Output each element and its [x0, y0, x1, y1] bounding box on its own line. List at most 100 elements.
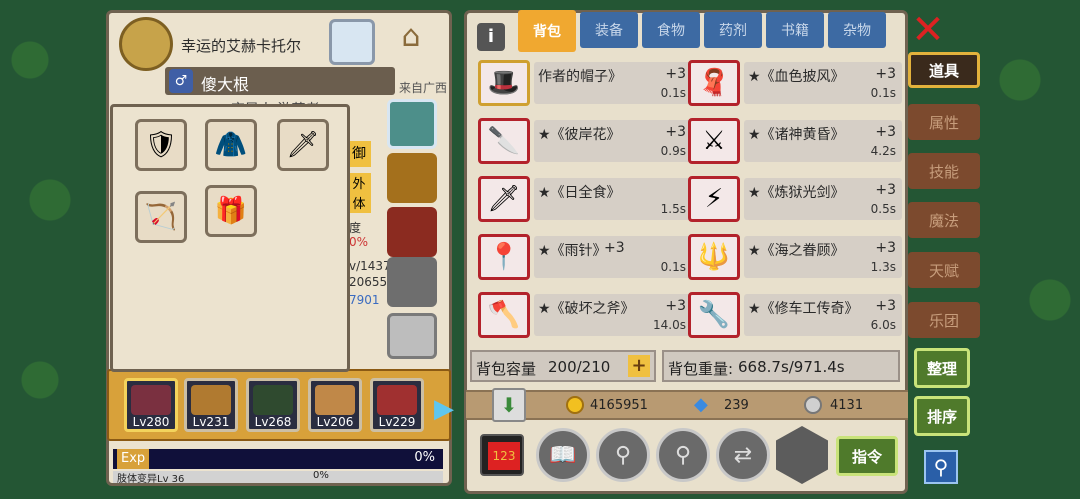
sword-icon: 🗡	[286, 130, 320, 160]
item-card[interactable]: ⚔ ★《诸神黄昏》 +3 4.2s	[688, 114, 902, 166]
equip-slot-chest[interactable]: 🎁	[205, 185, 257, 237]
belt-slot[interactable]	[387, 207, 437, 257]
search-icon[interactable]: ⚲	[924, 450, 958, 484]
gender-icon: ♂	[169, 69, 193, 93]
hero-card[interactable]: Lv206	[308, 378, 362, 432]
item-card[interactable]: 🔱 ★《海之眷顾》 +3 1.3s	[688, 230, 902, 282]
sidebar-item-attributes[interactable]: 属性	[908, 104, 980, 140]
book-button[interactable]: 📖	[536, 428, 590, 482]
search-item-button[interactable]: ⚲	[596, 428, 650, 482]
skill-label: 肢体变异Lv 36	[117, 474, 185, 485]
tab-books[interactable]: 书籍	[766, 12, 824, 48]
diamond-amount: 239	[724, 398, 749, 413]
hero-card[interactable]: Lv229	[370, 378, 424, 432]
tab-misc[interactable]: 杂物	[828, 12, 886, 48]
body-label: 体	[347, 193, 371, 213]
tab-equipment[interactable]: 装备	[580, 12, 638, 48]
magnifier-icon: ⚲	[674, 442, 692, 468]
gold-coin-icon	[566, 396, 584, 414]
white-cloak-icon: 🧥	[214, 130, 248, 160]
red-chest-armor-icon: 🎁	[214, 196, 248, 226]
hat-icon: 🎩	[487, 68, 521, 98]
info-icon[interactable]: i	[477, 23, 505, 51]
mp-value: 7901	[349, 293, 380, 307]
needle-icon: 📍	[487, 242, 521, 272]
character-title: 幸运的艾赫卡托尔	[181, 37, 302, 55]
item-card[interactable]: 🧣 ★《血色披风》 +3 0.1s	[688, 56, 902, 108]
numbers-icon: 123	[488, 442, 520, 470]
capacity-value: 200/210	[548, 358, 611, 376]
item-card[interactable]: 🔪 ★《彼岸花》 +3 0.9s	[478, 114, 692, 166]
item-card[interactable]: 🔧 ★《修车工传奇》 +3 6.0s	[688, 288, 902, 340]
cape-icon: 🧣	[697, 68, 731, 98]
defense-label: 御	[347, 141, 371, 167]
hp-value: v/1437	[349, 259, 391, 273]
blade-icon: 🔪	[487, 126, 521, 156]
equip-slot-armor[interactable]: 🛡	[135, 119, 187, 171]
axe-icon: 🪓	[487, 300, 521, 330]
weight-box: 背包重量: 668.7s/971.4s	[662, 350, 900, 382]
weight-label: 背包重量:	[668, 360, 734, 378]
rank-crest-icon[interactable]	[329, 19, 375, 65]
degree-label: 度	[349, 221, 362, 235]
tab-food[interactable]: 食物	[642, 12, 700, 48]
gauntlet-slot[interactable]	[387, 257, 437, 307]
empty-slot[interactable]	[387, 313, 437, 359]
book-icon: 📖	[549, 442, 577, 468]
character-name: 傻大根	[201, 75, 250, 94]
storage-download-icon[interactable]: ⬇	[492, 388, 526, 422]
sidebar-item-talent[interactable]: 天赋	[908, 252, 980, 288]
exp-label: Exp	[117, 449, 150, 469]
next-party-arrow-icon[interactable]: ▶	[434, 394, 454, 424]
hero-card[interactable]: Lv280	[124, 378, 178, 432]
outer-label: 外	[347, 173, 371, 193]
sidebar-item-items[interactable]: 道具	[908, 52, 980, 88]
item-card[interactable]: ⚡ ★《炼狱光剑》 +3 0.5s	[688, 172, 902, 224]
count-toggle-button[interactable]: 123	[480, 434, 524, 476]
trident-icon: 🔱	[697, 242, 731, 272]
equip-slot-crossbow[interactable]: 🏹	[135, 191, 187, 243]
amulet-slot[interactable]	[387, 99, 437, 149]
diamond-icon: ◆	[694, 394, 708, 415]
skill-percent: 0%	[313, 470, 329, 481]
item-card[interactable]: 🎩 作者的帽子》 +3 0.1s	[478, 56, 692, 108]
wrench-icon: 🔧	[697, 300, 731, 330]
crossbow-icon: 🏹	[144, 202, 178, 232]
command-button[interactable]: 指令	[836, 436, 898, 476]
item-card[interactable]: 📍 ★《雨针》 +3 0.1s	[478, 230, 692, 282]
sidebar-item-magic[interactable]: 魔法	[908, 202, 980, 238]
equip-slot-cloak[interactable]: 🧥	[205, 119, 257, 171]
gold-amount: 4165951	[590, 398, 648, 413]
wings-slot[interactable]	[387, 153, 437, 203]
tab-potion[interactable]: 药剂	[704, 12, 762, 48]
expand-capacity-icon[interactable]: +	[628, 355, 650, 377]
hero-card[interactable]: Lv268	[246, 378, 300, 432]
swap-icon: ⇄	[733, 442, 753, 468]
exp-value: 20655	[349, 275, 388, 289]
tab-bag[interactable]: 背包	[518, 10, 576, 52]
percent-value: 0%	[349, 235, 369, 249]
guild-emblem-icon	[119, 17, 173, 71]
sort-button[interactable]: 整理	[914, 348, 970, 388]
exp-bar: Exp 0%	[113, 449, 443, 469]
swap-button[interactable]: ⇄	[716, 428, 770, 482]
item-card[interactable]: 🗡 ★《日全食》 1.5s	[478, 172, 692, 224]
name-bar: ♂ 傻大根	[165, 67, 395, 95]
hanger-icon[interactable]: ⌂	[385, 19, 437, 65]
item-card[interactable]: 🪓 ★《破坏之斧》 +3 14.0s	[478, 288, 692, 340]
lightsaber-icon: ⚡	[704, 184, 724, 214]
hero-card[interactable]: Lv231	[184, 378, 238, 432]
equipment-popup: 🛡 🧥 🗡 🏹 🎁	[110, 104, 350, 372]
inspect-button[interactable]: ⚲	[656, 428, 710, 482]
order-button[interactable]: 排序	[914, 396, 970, 436]
silver-coin-icon	[804, 396, 822, 414]
skill-bar: 肢体变异Lv 36 0%	[113, 470, 443, 485]
capacity-box: 背包容量 200/210 +	[470, 350, 656, 382]
equip-slot-sword[interactable]: 🗡	[277, 119, 329, 171]
close-icon[interactable]: ✕	[910, 10, 946, 50]
dagger-icon: 🗡	[487, 184, 521, 214]
sidebar-item-band[interactable]: 乐团	[908, 302, 980, 338]
weight-value: 668.7s/971.4s	[738, 358, 845, 376]
sidebar-item-skills[interactable]: 技能	[908, 153, 980, 189]
dark-sword-icon: ⚔	[702, 126, 726, 156]
